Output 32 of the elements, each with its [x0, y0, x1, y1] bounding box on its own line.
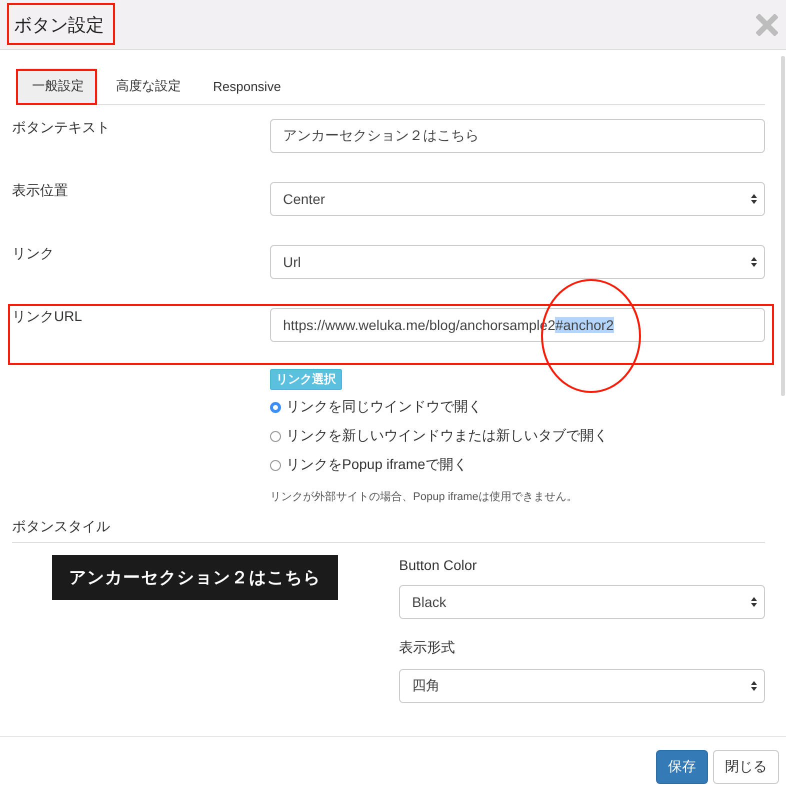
- tab[interactable]: 一般設定: [18, 68, 98, 104]
- close-button[interactable]: 閉じる: [713, 750, 779, 784]
- field-label: 表示位置: [12, 182, 68, 200]
- select-field[interactable]: 四角: [399, 669, 765, 703]
- radio-label: リンクを同じウインドウで開く: [286, 398, 482, 416]
- field-label: リンクURL: [12, 308, 82, 326]
- radio-button[interactable]: [270, 402, 281, 412]
- field-label: Button Color: [399, 557, 478, 573]
- tab[interactable]: 高度な設定: [102, 68, 195, 104]
- save-button[interactable]: 保存: [656, 750, 708, 784]
- radio-label: リンクを新しいウインドウまたは新しいタブで開く: [286, 427, 608, 445]
- select-field[interactable]: Center: [270, 182, 765, 216]
- text-field[interactable]: アンカーセクション２はこちら: [270, 119, 765, 153]
- dialog-title: ボタン設定: [14, 14, 104, 36]
- scrollbar-thumb[interactable]: [781, 56, 785, 396]
- section-heading: ボタンスタイル: [12, 518, 110, 534]
- close-icon[interactable]: [756, 14, 778, 36]
- field-label: 表示形式: [399, 639, 456, 657]
- radio-button[interactable]: [270, 430, 281, 442]
- dropdown-arrows-icon: [750, 256, 758, 268]
- dropdown-arrows-icon: [750, 596, 758, 608]
- dropdown-arrows-icon: [750, 680, 758, 692]
- select-field[interactable]: Black: [399, 585, 765, 619]
- radio-label: リンクをPopup iframeで開く: [286, 456, 468, 474]
- field-label: リンク: [12, 245, 54, 263]
- dropdown-arrows-icon: [750, 193, 758, 205]
- radio-button[interactable]: [270, 460, 281, 470]
- select-field[interactable]: Url: [270, 245, 765, 279]
- field-label: ボタンテキスト: [12, 119, 110, 137]
- tab[interactable]: Responsive: [199, 68, 295, 104]
- button-preview: アンカーセクション２はこちら: [52, 555, 338, 600]
- help-text: リンクが外部サイトの場合、Popup iframeは使用できません。: [270, 490, 578, 504]
